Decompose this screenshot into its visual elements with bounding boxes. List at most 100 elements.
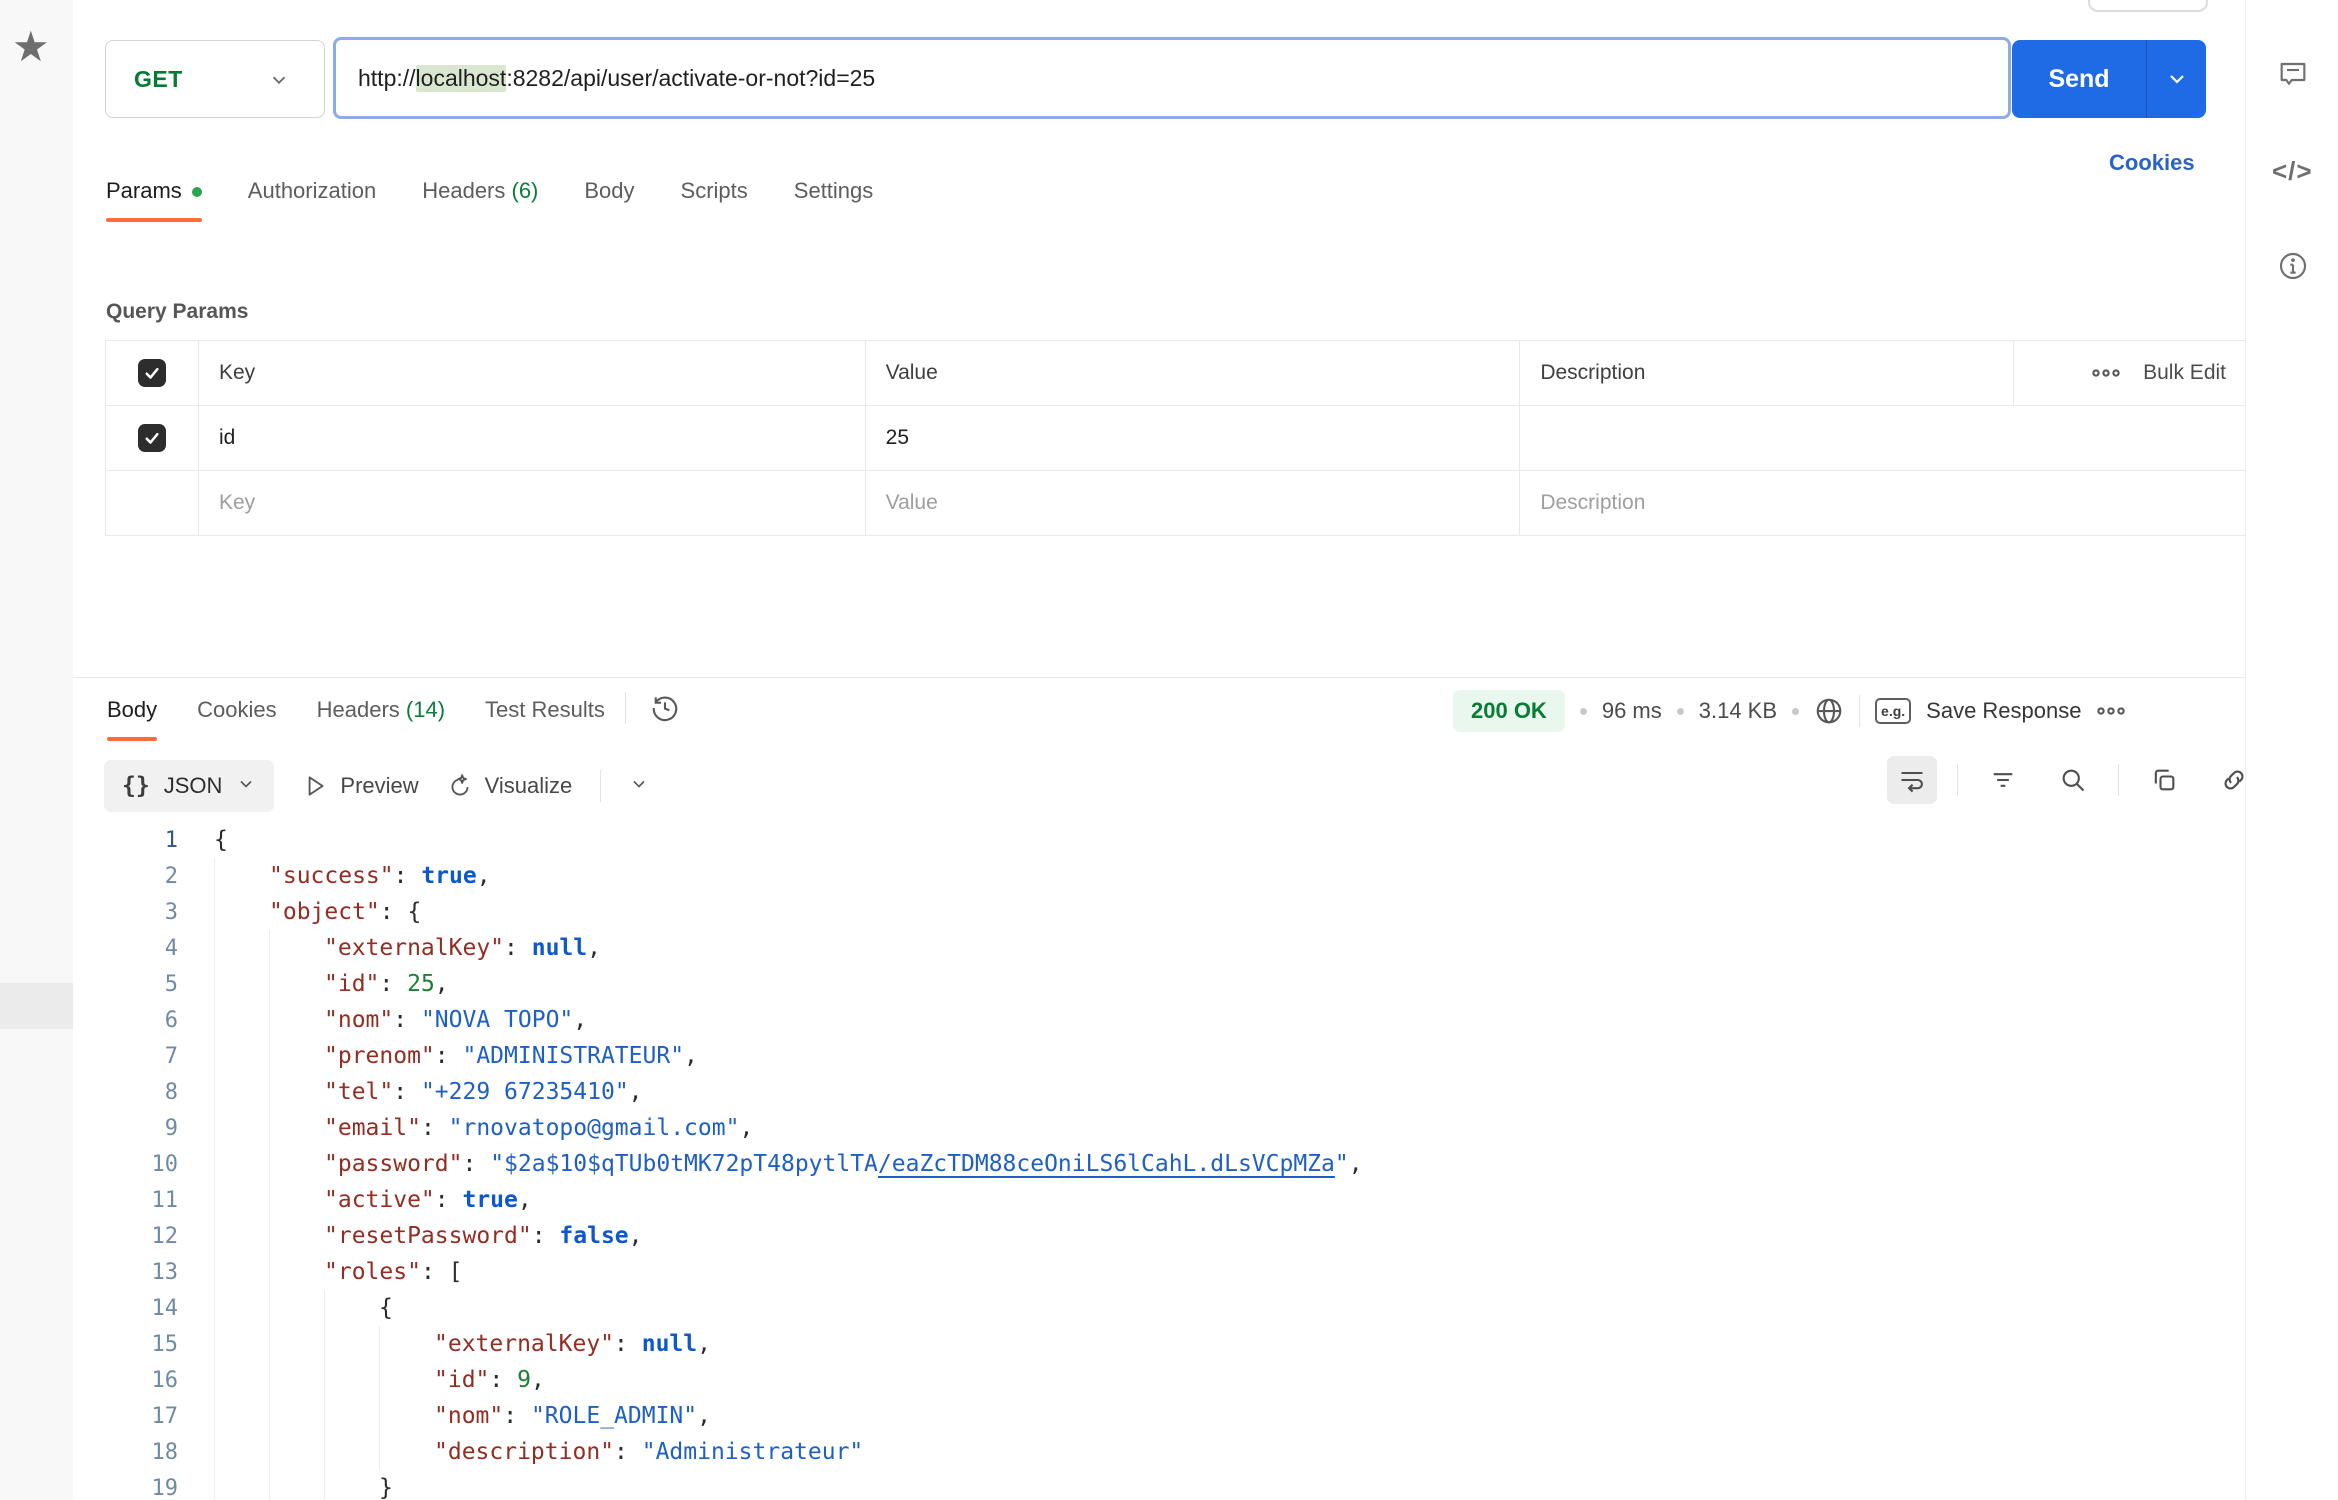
code-content: "success": true, xyxy=(214,863,491,889)
key-column-header: Key xyxy=(199,341,866,405)
braces-icon: {} xyxy=(122,773,150,799)
code-content: { xyxy=(214,1295,393,1321)
tab-label: Headers xyxy=(317,697,400,722)
select-all-checkbox[interactable] xyxy=(138,359,166,387)
request-tab-authorization[interactable]: Authorization xyxy=(248,178,376,204)
chevron-down-icon xyxy=(268,69,290,96)
param-checkbox[interactable] xyxy=(138,424,166,452)
viewer-more-chevron[interactable] xyxy=(629,774,649,799)
cookies-link[interactable]: Cookies xyxy=(2109,150,2195,176)
http-method-label: GET xyxy=(134,66,183,93)
preview-button[interactable]: Preview xyxy=(302,773,418,799)
code-line-3: 3 "object": { xyxy=(73,894,2245,930)
param-description-input[interactable] xyxy=(1520,406,2248,470)
bulk-edit-button[interactable]: Bulk Edit xyxy=(2143,361,2226,385)
param-value-input[interactable]: 25 xyxy=(866,406,1521,470)
line-number: 9 xyxy=(73,1111,178,1147)
url-scheme: http:// xyxy=(358,65,416,92)
response-more-options-icon[interactable] xyxy=(2096,696,2126,726)
url-host-highlight: localhost xyxy=(416,65,507,92)
tab-count-badge: (14) xyxy=(400,697,445,722)
code-line-19: 19} xyxy=(73,1470,2245,1500)
code-snippet-icon[interactable]: </> xyxy=(2272,156,2313,188)
save-response-button[interactable]: Save Response xyxy=(1926,698,2081,724)
code-content: "externalKey": null, xyxy=(214,935,601,961)
example-icon: e.g. xyxy=(1875,698,1911,724)
send-button[interactable]: Send xyxy=(2012,40,2206,118)
request-tab-settings[interactable]: Settings xyxy=(794,178,874,204)
body-format-label: JSON xyxy=(164,773,223,799)
url-input[interactable]: http://localhost:8282/api/user/activate-… xyxy=(333,37,2011,119)
code-line-1: 1{ xyxy=(73,822,2245,858)
line-number: 14 xyxy=(73,1291,178,1327)
code-content: "tel": "+229 67235410", xyxy=(214,1079,643,1105)
code-content: "roles": [ xyxy=(214,1259,462,1285)
code-content: "password": "$2a$10$qTUb0tMK72pT48pytlTA… xyxy=(214,1151,1363,1177)
bulk-edit-cell: Bulk Edit xyxy=(2013,341,2248,405)
code-content: "object": { xyxy=(214,899,421,925)
code-content: "active": true, xyxy=(214,1187,532,1213)
code-line-4: 4 "externalKey": null, xyxy=(73,930,2245,966)
info-icon[interactable] xyxy=(2277,250,2309,282)
line-number: 16 xyxy=(73,1363,178,1399)
copy-button[interactable] xyxy=(2139,756,2189,804)
divider xyxy=(1957,764,1958,796)
body-format-select[interactable]: {} JSON xyxy=(104,760,274,812)
response-tab-test-results[interactable]: Test Results xyxy=(485,697,605,723)
filter-button[interactable] xyxy=(1978,756,2028,804)
new-key-input[interactable]: Key xyxy=(199,471,866,535)
code-line-6: 6"nom": "NOVA TOPO", xyxy=(73,1002,2245,1038)
left-sidebar-rail: ★ xyxy=(0,0,73,1500)
tab-label: Settings xyxy=(794,178,874,203)
response-tab-body[interactable]: Body xyxy=(107,697,157,723)
request-tab-headers[interactable]: Headers (6) xyxy=(422,178,538,204)
divider xyxy=(625,692,626,724)
request-tabs: Params Authorization Headers (6) Body Script… xyxy=(106,178,873,204)
new-description-input[interactable]: Description xyxy=(1520,471,2248,535)
response-status-row: 200 OK 96 ms 3.14 KB e.g. Save Response xyxy=(1453,690,2126,732)
search-button[interactable] xyxy=(2048,756,2098,804)
response-time: 96 ms xyxy=(1602,698,1662,724)
code-line-17: 17"nom": "ROLE_ADMIN", xyxy=(73,1398,2245,1434)
tab-label: Authorization xyxy=(248,178,376,203)
send-options-chevron[interactable] xyxy=(2147,40,2206,118)
params-header-row: Key Value Description Bulk Edit xyxy=(106,341,2248,406)
new-value-input[interactable]: Value xyxy=(866,471,1521,535)
response-tab-headers[interactable]: Headers (14) xyxy=(317,697,445,723)
request-tab-params[interactable]: Params xyxy=(106,178,202,204)
tab-label: Scripts xyxy=(681,178,748,203)
line-number: 18 xyxy=(73,1435,178,1471)
wrap-text-button[interactable] xyxy=(1887,756,1937,804)
line-number: 4 xyxy=(73,931,178,967)
param-row: id 25 xyxy=(106,406,2248,471)
request-tab-body[interactable]: Body xyxy=(584,178,634,204)
divider xyxy=(600,770,601,802)
response-tab-cookies[interactable]: Cookies xyxy=(197,697,276,723)
code-line-13: 13"roles": [ xyxy=(73,1254,2245,1290)
sidebar-selection-block xyxy=(0,983,73,1029)
visualize-button[interactable]: Visualize xyxy=(447,773,573,799)
response-size: 3.14 KB xyxy=(1699,698,1777,724)
code-link[interactable]: /eaZcTDM88ceOniLS6lCahL.dLsVCpMZa xyxy=(878,1151,1335,1177)
code-line-5: 5"id": 25, xyxy=(73,966,2245,1002)
more-options-icon[interactable] xyxy=(2091,358,2121,388)
comments-icon[interactable] xyxy=(2277,58,2309,90)
code-content: "id": 9, xyxy=(214,1367,545,1393)
network-globe-icon[interactable] xyxy=(1814,696,1844,726)
line-number: 3 xyxy=(73,895,178,931)
main-panel: GET http://localhost:8282/api/user/activ… xyxy=(73,0,2245,1500)
response-history-icon[interactable] xyxy=(650,693,680,723)
request-response-divider[interactable] xyxy=(73,677,2245,678)
star-favorite-icon[interactable]: ★ xyxy=(12,26,50,68)
tab-count-badge: (6) xyxy=(505,178,538,203)
param-key-input[interactable]: id xyxy=(199,406,866,470)
send-button-label[interactable]: Send xyxy=(2012,40,2146,118)
request-tab-scripts[interactable]: Scripts xyxy=(681,178,748,204)
tab-label: Body xyxy=(107,697,157,722)
code-content: "description": "Administrateur" xyxy=(214,1439,863,1465)
line-number: 15 xyxy=(73,1327,178,1363)
value-column-header: Value xyxy=(866,341,1521,405)
http-method-select[interactable]: GET xyxy=(105,40,325,118)
line-number: 5 xyxy=(73,967,178,1003)
code-content: "resetPassword": false, xyxy=(214,1223,643,1249)
